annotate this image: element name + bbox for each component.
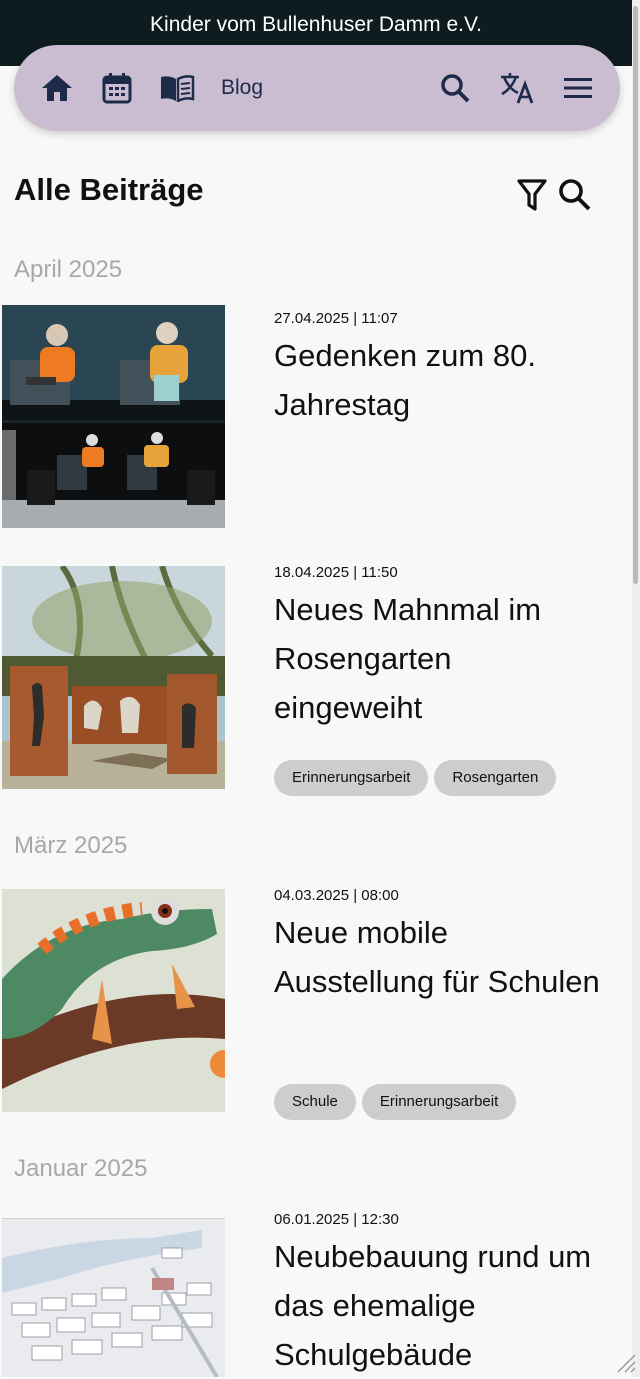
site-name: Kinder vom Bullenhuser Damm e.V.: [150, 13, 482, 36]
tag-chip[interactable]: Erinnerungsarbeit: [274, 760, 429, 796]
post-tags: Schule Erinnerungsarbeit: [274, 1084, 517, 1120]
post-title[interactable]: Neubebauung rund um das ehemalige Schulg…: [274, 1232, 604, 1379]
post-thumbnail[interactable]: [2, 305, 225, 528]
month-heading: April 2025: [14, 256, 123, 283]
post-date: 04.03.2025 | 08:00: [274, 887, 399, 904]
post-thumbnail[interactable]: [2, 889, 225, 1112]
month-heading: Januar 2025: [14, 1155, 148, 1182]
main-nav: Blog: [14, 45, 620, 131]
translate-icon[interactable]: [498, 69, 536, 107]
scrollbar-thumb[interactable]: [633, 6, 638, 584]
calendar-icon[interactable]: [98, 69, 136, 107]
scrollbar[interactable]: [632, 0, 640, 1377]
tag-chip[interactable]: Schule: [274, 1084, 356, 1120]
post-date: 27.04.2025 | 11:07: [274, 310, 398, 327]
post-tags: Erinnerungsarbeit Rosengarten: [274, 760, 557, 796]
post-title[interactable]: Neue mobile Ausstellung für Schulen: [274, 908, 604, 1006]
resize-grip-icon[interactable]: [614, 1351, 636, 1373]
post-search-icon[interactable]: [558, 178, 594, 214]
post-title[interactable]: Gedenken zum 80. Jahrestag: [274, 331, 604, 429]
post-title[interactable]: Neues Mahnmal im Rosengarten eingeweiht: [274, 585, 604, 732]
post-date: 18.04.2025 | 11:50: [274, 564, 398, 581]
post-date: 06.01.2025 | 12:30: [274, 1211, 399, 1228]
tag-chip[interactable]: Erinnerungsarbeit: [361, 1084, 517, 1120]
book-icon[interactable]: [158, 69, 196, 107]
search-icon[interactable]: [436, 69, 474, 107]
filter-icon[interactable]: [516, 178, 552, 214]
home-icon[interactable]: [38, 69, 76, 107]
post-thumbnail[interactable]: [2, 1218, 225, 1377]
month-heading: März 2025: [14, 832, 128, 859]
post-thumbnail[interactable]: [2, 566, 225, 789]
menu-icon[interactable]: [559, 69, 597, 107]
nav-blog-link[interactable]: Blog: [221, 76, 263, 100]
tag-chip[interactable]: Rosengarten: [434, 760, 557, 796]
page-title: Alle Beiträge: [14, 172, 204, 207]
